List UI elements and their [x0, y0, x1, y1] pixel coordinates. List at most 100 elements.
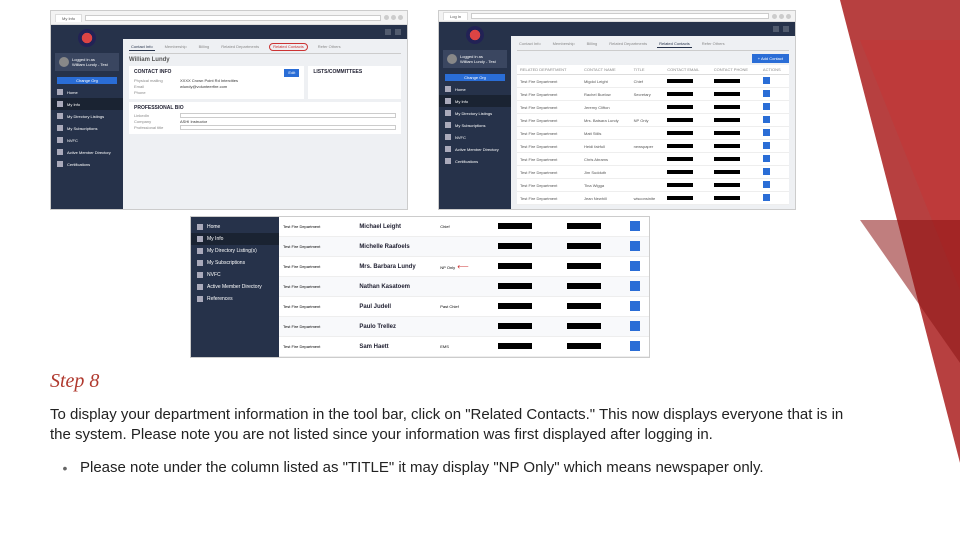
redacted-email	[498, 343, 532, 349]
sidebar-item-active-members[interactable]: Active Member Directory	[191, 281, 279, 293]
bullet-icon: •	[50, 458, 80, 478]
tab-related-contacts[interactable]: Related Contacts	[269, 43, 308, 51]
sidebar-item-active-members[interactable]: Active Member Directory	[51, 146, 123, 158]
search-icon[interactable]	[385, 29, 391, 35]
redacted-phone	[567, 243, 601, 249]
contact-name-heading: William Lundy	[129, 57, 401, 63]
table-row: Test Fire DepartmentPaulo Trellez	[279, 317, 649, 337]
checkbox-icon[interactable]	[763, 90, 770, 97]
redacted-phone	[714, 170, 740, 174]
sidebar-item-my-info[interactable]: My Info	[191, 233, 279, 245]
card-bio-title: PROFESSIONAL BIO	[134, 105, 396, 111]
table-row: Test Fire DepartmentMichael LeightChief	[279, 217, 649, 237]
change-org-button[interactable]: Change Org	[57, 77, 117, 84]
contacts-table-zoom: Test Fire DepartmentMichael LeightChiefT…	[279, 217, 649, 357]
sidebar-item-subscriptions[interactable]: My Subscriptions	[51, 122, 123, 134]
redacted-email	[667, 170, 693, 174]
sidebar-item-my-info[interactable]: My Info	[51, 98, 123, 110]
sidebar-item-subscriptions[interactable]: My Subscriptions	[191, 257, 279, 269]
contacts-table: RELATED DEPARTMENTCONTACT NAMETITLECONTA…	[517, 65, 789, 205]
search-icon[interactable]	[773, 26, 779, 32]
redacted-phone	[714, 131, 740, 135]
checkbox-icon[interactable]	[630, 261, 640, 271]
add-contact-button[interactable]: + Add Contact	[752, 54, 789, 63]
user-card: Logged in asWilliam Lundy - Test	[443, 50, 507, 68]
redacted-phone	[567, 223, 601, 229]
redacted-email	[498, 263, 532, 269]
bullet-text: Please note under the column listed as "…	[80, 458, 850, 478]
redacted-email	[667, 196, 693, 200]
step-text: To display your department information i…	[50, 405, 850, 446]
tab-related-depts[interactable]: Related Departments	[219, 43, 261, 51]
tab-related-contacts[interactable]: Related Contacts	[657, 40, 692, 48]
table-row: Test Fire DepartmentJim Sudduth	[517, 166, 789, 179]
sidebar-item-subscriptions[interactable]: My Subscriptions	[439, 119, 511, 131]
table-row: Test Fire DepartmentHeidi fairfullnewspa…	[517, 140, 789, 153]
sidebar-item-nvfc[interactable]: NVFC	[191, 269, 279, 281]
redacted-email	[498, 323, 532, 329]
sidebar-item-directory[interactable]: My Directory Listings	[51, 110, 123, 122]
redacted-email	[667, 79, 693, 83]
sidebar-item-home[interactable]: Home	[51, 86, 123, 98]
table-row: Test Fire DepartmentJean Newhillwisconsi…	[517, 192, 789, 205]
checkbox-icon[interactable]	[630, 281, 640, 291]
redacted-phone	[567, 283, 601, 289]
checkbox-icon[interactable]	[763, 168, 770, 175]
redacted-phone	[714, 105, 740, 109]
checkbox-icon[interactable]	[630, 241, 640, 251]
redacted-phone	[714, 144, 740, 148]
checkbox-icon[interactable]	[763, 194, 770, 201]
checkbox-icon[interactable]	[763, 181, 770, 188]
browser-tab: My Info	[55, 14, 82, 22]
redacted-email	[667, 92, 693, 96]
checkbox-icon[interactable]	[630, 301, 640, 311]
screenshot-related-contacts: Log In Logged in asWilliam Lundy - Test …	[438, 10, 796, 210]
redacted-email	[498, 303, 532, 309]
tab-contact-info[interactable]: Contact Info	[129, 43, 155, 51]
gear-icon[interactable]	[783, 26, 789, 32]
redacted-phone	[567, 263, 601, 269]
app-logo	[466, 26, 484, 44]
sidebar-item-nvfc[interactable]: NVFC	[439, 131, 511, 143]
checkbox-icon[interactable]	[630, 341, 640, 351]
sidebar-item-nvfc[interactable]: NVFC	[51, 134, 123, 146]
sidebar-item-references[interactable]: References	[191, 293, 279, 305]
tabs-bar: Contact Info Membership Billing Related …	[129, 43, 401, 54]
sidebar-item-active-members[interactable]: Active Member Directory	[439, 143, 511, 155]
sidebar-item-my-info[interactable]: My Info	[439, 95, 511, 107]
change-org-button[interactable]: Change Org	[445, 74, 505, 81]
checkbox-icon[interactable]	[763, 129, 770, 136]
sidebar-item-directory[interactable]: My Directory Listings	[439, 107, 511, 119]
edit-button[interactable]: Edit	[284, 69, 299, 77]
sidebar-item-certifications[interactable]: Certifications	[439, 155, 511, 167]
tab-refer-others[interactable]: Refer Others	[316, 43, 343, 51]
checkbox-icon[interactable]	[763, 77, 770, 84]
redacted-phone	[714, 92, 740, 96]
checkbox-icon[interactable]	[763, 103, 770, 110]
redacted-email	[498, 223, 532, 229]
browser-tab: Log In	[443, 12, 468, 20]
table-row: Test Fire DepartmentNathan Kasatoem	[279, 277, 649, 297]
sidebar-item-home[interactable]: Home	[439, 83, 511, 95]
card-contact-info-title: CONTACT INFO	[134, 69, 171, 75]
table-row: Test Fire DepartmentRachel BuelowSecreta…	[517, 88, 789, 101]
checkbox-icon[interactable]	[763, 142, 770, 149]
tab-billing[interactable]: Billing	[197, 43, 212, 51]
checkbox-icon[interactable]	[630, 221, 640, 231]
arrow-icon: ⟵	[455, 262, 473, 271]
table-row: Test Fire DepartmentSam HaettEMS	[279, 337, 649, 357]
sidebar-item-certifications[interactable]: Certifications	[51, 158, 123, 170]
tab-membership[interactable]: Membership	[163, 43, 189, 51]
checkbox-icon[interactable]	[630, 321, 640, 331]
table-row: Test Fire DepartmentMrs. Barbara LundyNP…	[279, 257, 649, 277]
redacted-phone	[567, 323, 601, 329]
redacted-email	[667, 118, 693, 122]
gear-icon[interactable]	[395, 29, 401, 35]
checkbox-icon[interactable]	[763, 116, 770, 123]
table-row: Test Fire DepartmentMichelle Raafoels	[279, 237, 649, 257]
redacted-phone	[567, 303, 601, 309]
checkbox-icon[interactable]	[763, 155, 770, 162]
sidebar-item-directory[interactable]: My Directory Listing(s)	[191, 245, 279, 257]
sidebar-item-home[interactable]: Home	[191, 221, 279, 233]
redacted-email	[667, 144, 693, 148]
